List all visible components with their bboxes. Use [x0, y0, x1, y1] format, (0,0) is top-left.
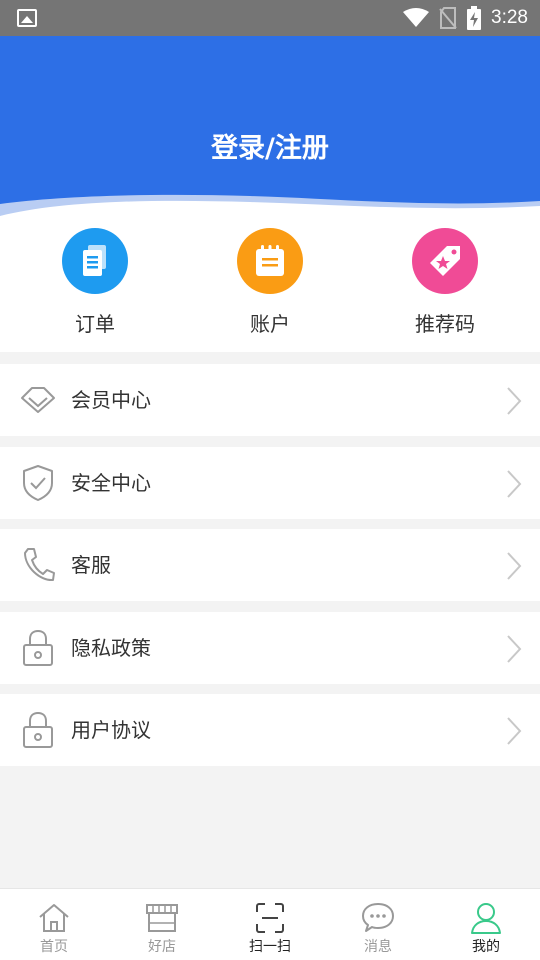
bottom-tab-bar: 首页 好店 扫一扫 消息 我的 — [0, 888, 540, 960]
login-register-title[interactable]: 登录/注册 — [0, 126, 540, 165]
notepad-icon — [237, 228, 303, 294]
chevron-right-icon — [507, 387, 522, 415]
menu-item-label: 安全中心 — [71, 471, 151, 495]
lock-icon — [23, 629, 53, 666]
battery-charging-icon — [467, 6, 482, 30]
tab-messages[interactable]: 消息 — [324, 889, 432, 960]
quick-action-label: 推荐码 — [415, 312, 475, 336]
tab-label: 我的 — [472, 939, 500, 955]
lock-icon — [23, 711, 53, 748]
tab-label: 扫一扫 — [249, 939, 291, 955]
quick-action-orders[interactable]: 订单 — [30, 228, 160, 337]
tab-mine[interactable]: 我的 — [432, 889, 540, 960]
chevron-right-icon — [507, 470, 522, 498]
tab-shops[interactable]: 好店 — [108, 889, 216, 960]
tab-scan[interactable]: 扫一扫 — [216, 889, 324, 960]
no-sim-icon — [439, 7, 457, 29]
shop-icon — [146, 904, 178, 932]
menu-item-user-agreement[interactable]: 用户协议 — [0, 694, 540, 766]
status-time: 3:28 — [491, 7, 528, 28]
menu-item-privacy-policy[interactable]: 隐私政策 — [0, 612, 540, 684]
tag-icon — [412, 228, 478, 294]
quick-action-account[interactable]: 账户 — [205, 228, 335, 337]
login-header[interactable]: 登录/注册 — [0, 36, 540, 216]
menu-item-security-center[interactable]: 安全中心 — [0, 447, 540, 519]
shield-check-icon — [23, 465, 53, 501]
quick-actions: 订单 账户 推荐码 — [0, 216, 540, 352]
menu-item-customer-service[interactable]: 客服 — [0, 529, 540, 601]
tab-label: 首页 — [40, 939, 68, 955]
status-bar: 3:28 — [0, 0, 540, 36]
message-icon — [362, 903, 394, 932]
document-icon — [62, 228, 128, 294]
chevron-right-icon — [507, 635, 522, 663]
phone-icon — [24, 548, 55, 582]
wifi-icon — [403, 8, 430, 27]
diamond-icon — [21, 387, 55, 413]
user-icon — [471, 903, 501, 934]
menu-item-membership-center[interactable]: 会员中心 — [0, 364, 540, 436]
tab-home[interactable]: 首页 — [0, 889, 108, 960]
menu-item-label: 会员中心 — [71, 388, 151, 412]
tab-label: 消息 — [364, 939, 392, 955]
chevron-right-icon — [507, 552, 522, 580]
home-icon — [39, 904, 69, 932]
chevron-right-icon — [507, 717, 522, 745]
quick-action-label: 订单 — [75, 312, 115, 336]
menu-item-label: 用户协议 — [71, 718, 151, 742]
menu-item-label: 隐私政策 — [71, 636, 151, 660]
quick-action-label: 账户 — [250, 312, 290, 336]
quick-action-referral-code[interactable]: 推荐码 — [380, 228, 510, 337]
tab-label: 好店 — [148, 939, 176, 955]
scan-icon — [256, 903, 284, 933]
status-icons: 3:28 — [403, 0, 528, 36]
image-notification-icon — [17, 9, 37, 27]
menu-item-label: 客服 — [71, 553, 111, 577]
